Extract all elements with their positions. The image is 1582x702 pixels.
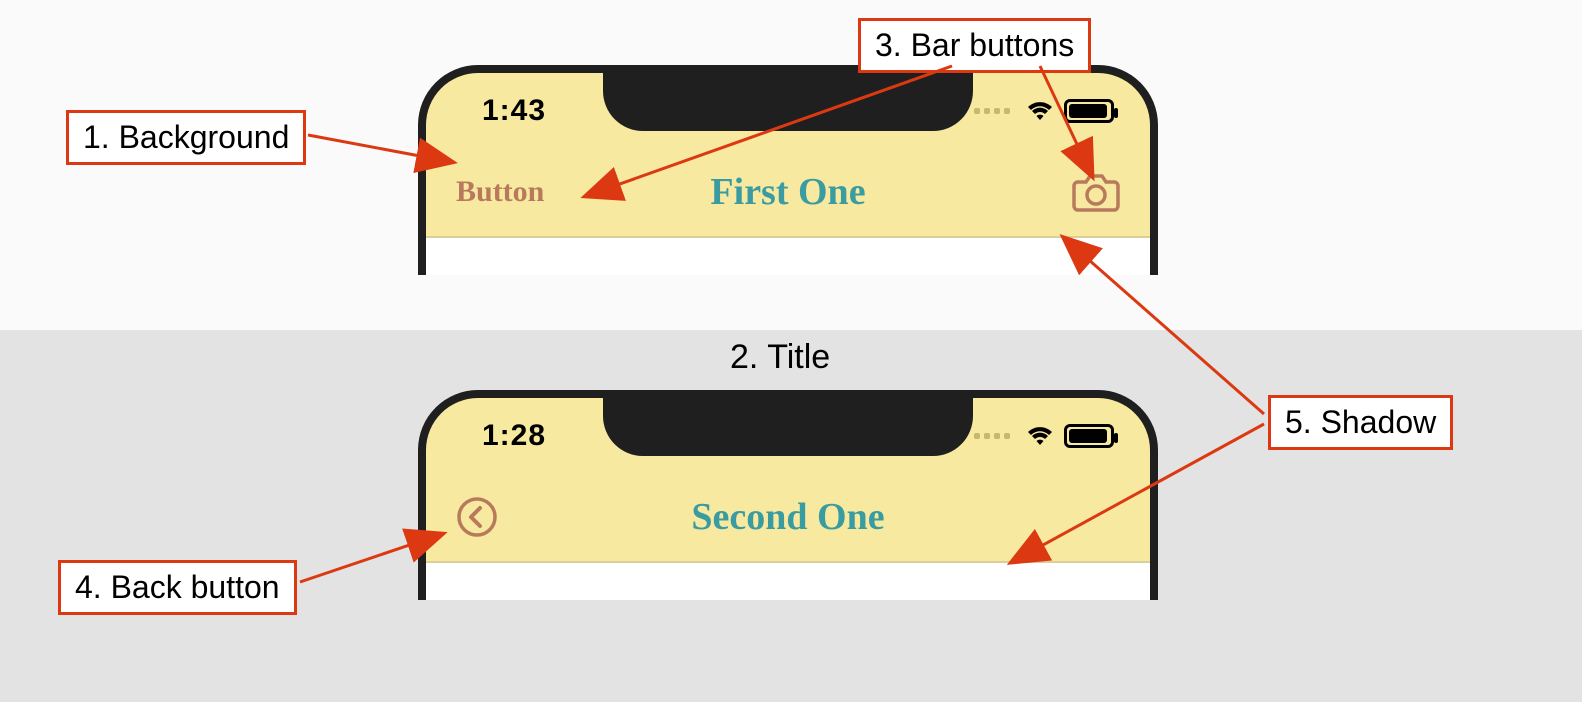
nav-left-button[interactable]: Button	[456, 175, 544, 209]
status-time: 1:43	[482, 94, 546, 128]
battery-icon	[1064, 99, 1114, 123]
nav-title: Second One	[691, 495, 884, 539]
phone-mockup-first: 1:43 Button First One	[418, 65, 1158, 275]
callout-background: 1. Background	[66, 110, 306, 165]
navigation-bar: Second One	[426, 473, 1150, 563]
back-button-icon[interactable]	[456, 496, 498, 538]
status-bar: 1:43	[426, 73, 1150, 148]
callout-title: 2. Title	[730, 338, 830, 377]
signal-dots-icon	[974, 433, 1010, 439]
diagram-stage: 1:43 Button First One	[0, 0, 1582, 702]
battery-icon	[1064, 424, 1114, 448]
status-indicators	[974, 99, 1114, 123]
nav-title: First One	[710, 170, 865, 214]
status-time: 1:28	[482, 419, 546, 453]
navigation-bar: Button First One	[426, 148, 1150, 238]
signal-dots-icon	[974, 108, 1010, 114]
callout-bar-buttons: 3. Bar buttons	[858, 18, 1091, 73]
status-indicators	[974, 424, 1114, 448]
content-area	[426, 238, 1150, 275]
wifi-icon	[1026, 425, 1054, 447]
phone-mockup-second: 1:28 Second One	[418, 390, 1158, 600]
status-bar: 1:28	[426, 398, 1150, 473]
wifi-icon	[1026, 100, 1054, 122]
callout-back-button: 4. Back button	[58, 560, 297, 615]
content-area	[426, 563, 1150, 600]
callout-shadow: 5. Shadow	[1268, 395, 1453, 450]
camera-icon[interactable]	[1072, 172, 1120, 212]
